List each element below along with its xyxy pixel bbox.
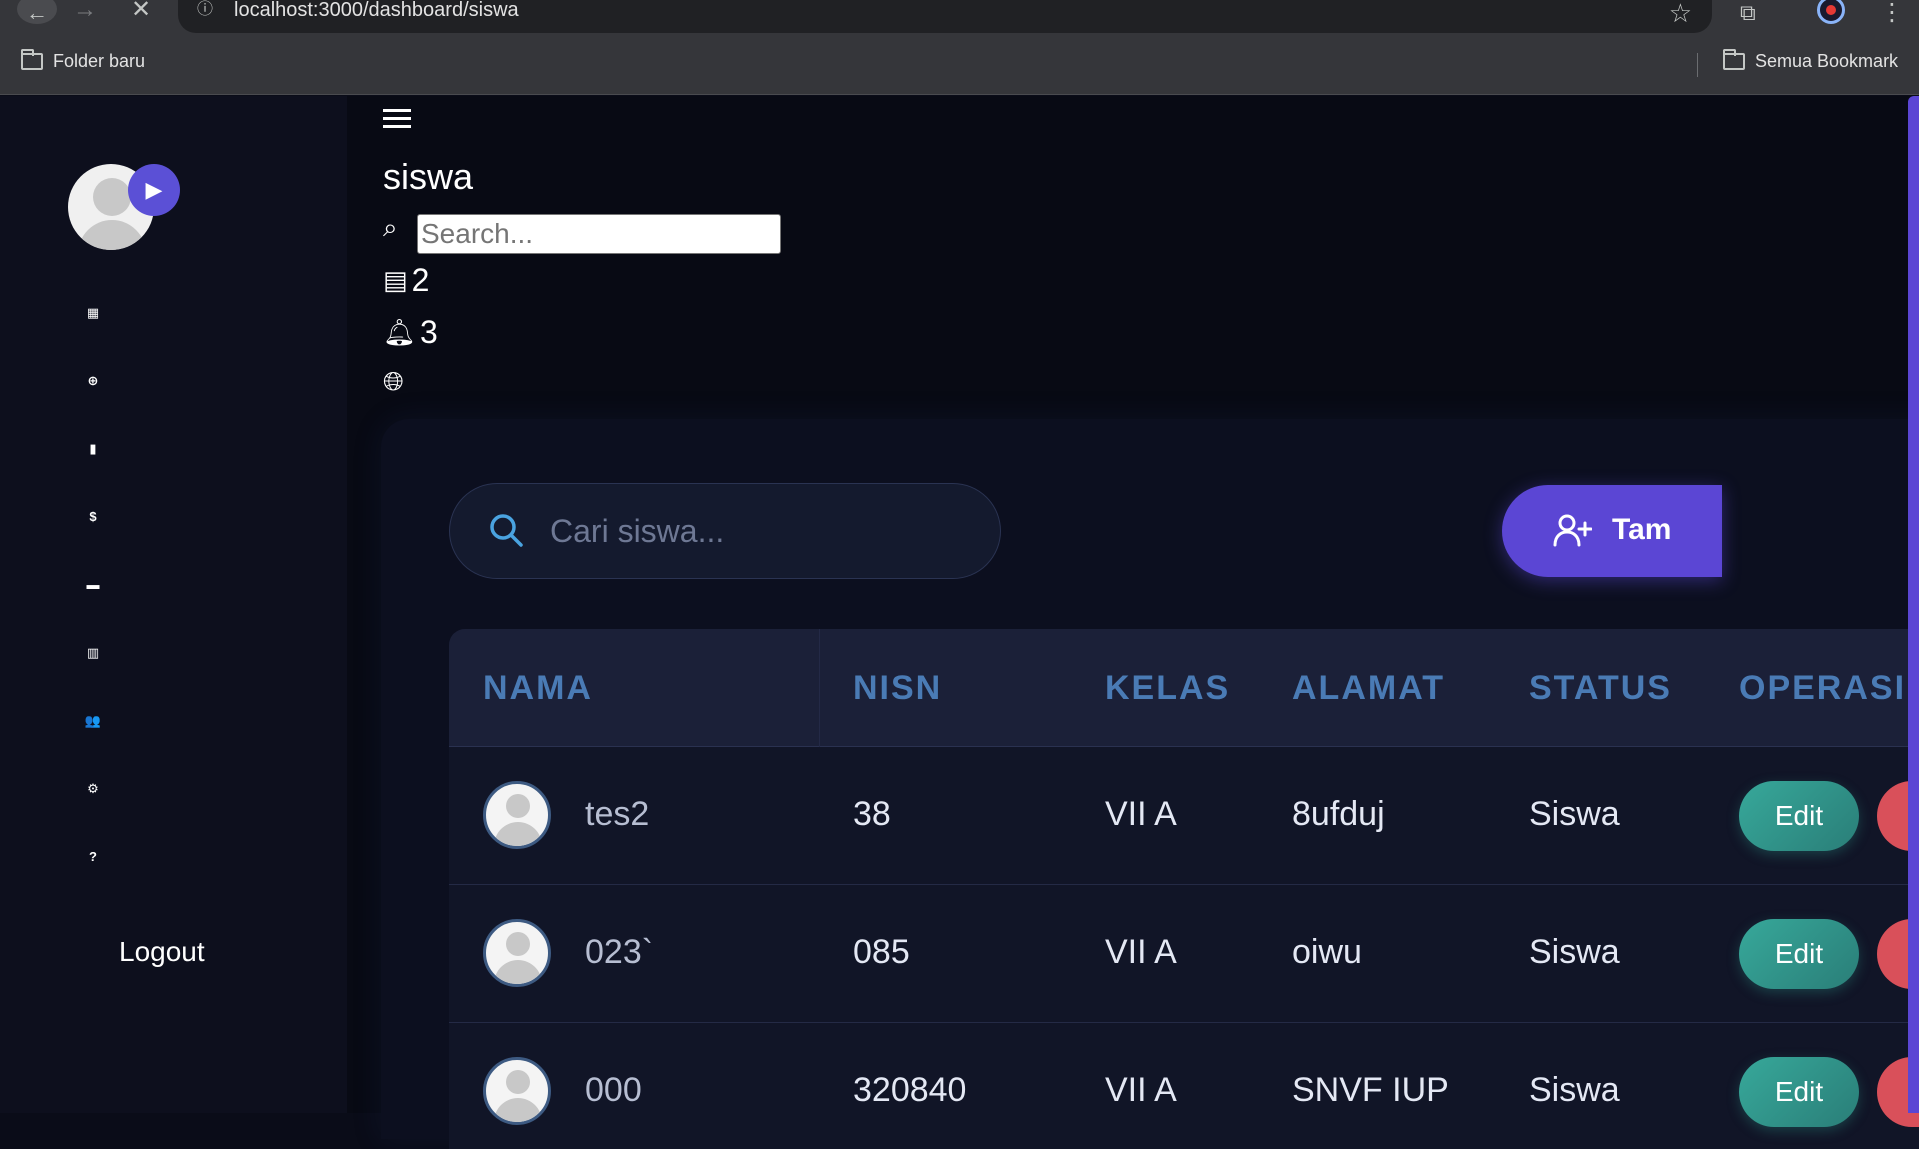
edit-button[interactable]: Edit [1739,919,1859,989]
sidebar-nav: ▦ ⊕ ▮ $ ▬ ▥ 👥 ⚙ ? [82,302,104,914]
search-icon: ⌕ [383,212,398,242]
edit-button[interactable]: Edit [1739,1057,1859,1127]
language-selector[interactable]: 🌐︎ [383,366,404,398]
table-row: 000 320840 VII A SNVF IUP Siswa Edit [449,1023,1919,1149]
users-icon[interactable]: 👥 [82,710,104,732]
cell-nisn: 085 [853,933,910,971]
site-info-icon[interactable]: ⓘ [194,0,216,22]
browser-menu-icon[interactable]: ⋮ [1880,0,1904,27]
cell-status: Siswa [1529,795,1620,833]
student-search [449,483,1001,579]
folder-icon [21,49,43,70]
bookmark-star-icon[interactable]: ☆ [1669,0,1692,29]
column-header-alamat[interactable]: ALAMAT [1292,669,1445,708]
cell-nama: 023` [585,933,654,971]
bookmark-label: Folder baru [53,51,146,71]
student-avatar [483,781,551,849]
messages-indicator[interactable]: ▤ 2 [383,262,429,299]
cell-nama: tes2 [585,795,650,833]
help-icon[interactable]: ? [82,846,104,868]
bookmark-label: Semua Bookmark [1755,51,1899,71]
cell-kelas: VII A [1105,795,1177,833]
cell-kelas: VII A [1105,1071,1177,1109]
student-avatar [483,1057,551,1125]
address-bar[interactable]: ⓘ localhost:3000/dashboard/siswa ☆ [178,0,1712,33]
column-header-operasi: OPERASI [1739,669,1907,707]
play-icon[interactable]: ▶ [128,164,180,216]
report-icon[interactable]: ▥ [82,642,104,664]
forward-button[interactable]: → [70,0,100,22]
header-divider [819,629,820,747]
add-student-label: Tam [1612,513,1672,546]
column-header-nisn[interactable]: NISN [853,669,942,708]
bookmarks-separator [1697,53,1698,77]
table-row: tes2 38 VII A 8ufduj Siswa Edit [449,747,1919,885]
bell-icon: 🔔︎ [383,317,417,347]
messages-count: 2 [411,262,430,298]
dollar-icon[interactable]: $ [82,506,104,528]
cell-alamat: 8ufduj [1292,795,1385,833]
globe-icon: 🌐︎ [383,366,404,396]
cell-nisn: 320840 [853,1071,967,1109]
notifications-indicator[interactable]: 🔔︎ 3 [383,314,438,351]
profile-avatar[interactable] [1817,0,1845,24]
logout-button[interactable]: Logout [119,936,205,968]
main-content: siswa ⌕ ▤ 2 🔔︎ 3 🌐︎ [347,96,1919,1149]
column-header-status[interactable]: STATUS [1529,669,1672,708]
page-scrollbar[interactable] [1908,96,1919,1113]
top-search: ⌕ [383,212,803,256]
back-button[interactable]: ← [17,0,57,25]
table-header: NAMA NISN KELAS ALAMAT STATUS OPERASI [449,629,1919,747]
bookmarks-bar: Folder baru Semua Bookmark [0,33,1919,95]
app: ▶ ▦ ⊕ ▮ $ ▬ ▥ 👥 ⚙ ? Logout siswa ⌕ ▤ [0,96,1919,1149]
page-title: siswa [383,156,474,197]
cell-kelas: VII A [1105,933,1177,971]
bookmark-folder-baru[interactable]: Folder baru [21,49,146,72]
dashboard-icon[interactable]: ▦ [82,302,104,324]
cell-status: Siswa [1529,933,1620,971]
search-icon [490,514,523,547]
cell-alamat: oiwu [1292,933,1362,971]
stop-loading-button[interactable]: ✕ [126,0,156,22]
hamburger-menu-icon[interactable] [383,104,411,128]
add-user-icon [1553,514,1592,547]
cell-status: Siswa [1529,1071,1620,1109]
top-search-input[interactable] [417,214,781,254]
table-row: 023` 085 VII A oiwu Siswa Edit [449,885,1919,1023]
browser-toolbar: ← → ✕ ⓘ localhost:3000/dashboard/siswa ☆… [0,0,1919,33]
briefcase-icon[interactable]: ▬ [82,574,104,596]
column-header-kelas[interactable]: KELAS [1105,669,1230,708]
add-student-button[interactable]: Tam [1502,485,1722,577]
url-text[interactable]: localhost:3000/dashboard/siswa [234,0,519,20]
globe-icon[interactable]: ⊕ [82,370,104,392]
cell-nisn: 38 [853,795,891,833]
bookmark-all[interactable]: Semua Bookmark [1723,49,1899,72]
column-header-nama[interactable]: NAMA [483,669,593,708]
sidebar: ▶ ▦ ⊕ ▮ $ ▬ ▥ 👥 ⚙ ? Logout [0,96,347,1113]
notifications-count: 3 [420,314,438,350]
cell-nama: 000 [585,1071,642,1109]
cell-alamat: SNVF IUP [1292,1071,1449,1109]
student-table: NAMA NISN KELAS ALAMAT STATUS OPERASI te… [449,629,1919,1149]
student-avatar [483,919,551,987]
settings-icon[interactable]: ⚙ [82,778,104,800]
edit-button[interactable]: Edit [1739,781,1859,851]
bag-icon[interactable]: ▮ [82,438,104,460]
folder-icon [1723,49,1745,70]
student-panel: Tam NAMA NISN KELAS ALAMAT STATUS OPERAS… [381,419,1919,1149]
student-search-input[interactable] [550,506,970,556]
chat-icon: ▤ [383,265,408,295]
extensions-icon[interactable]: ⧉ [1740,0,1756,26]
